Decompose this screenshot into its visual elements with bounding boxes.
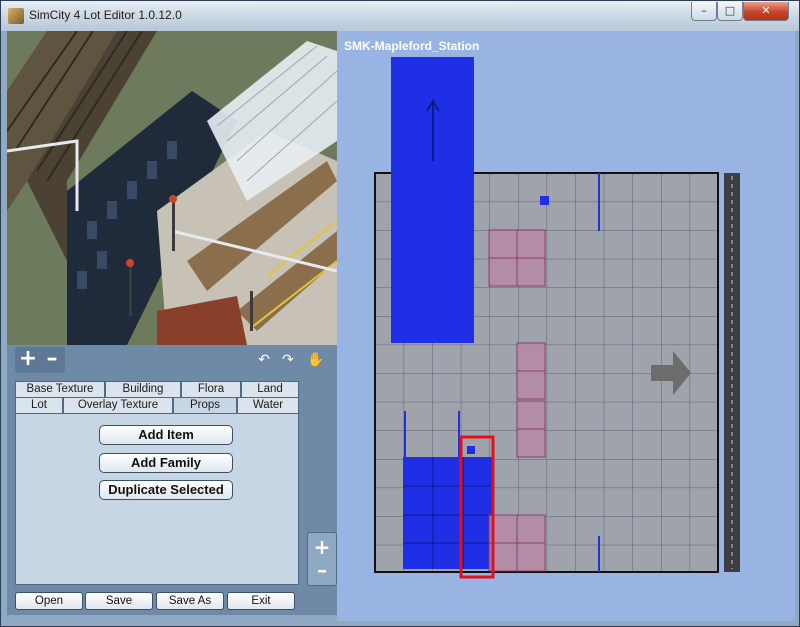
duplicate-selected-button[interactable]: Duplicate Selected	[99, 480, 233, 500]
lot-3d-preview[interactable]	[7, 31, 337, 345]
pan-hand-icon[interactable]: ✋	[307, 353, 324, 367]
rotate-left-icon[interactable]: ↶	[257, 353, 271, 367]
minimize-button[interactable]: –	[691, 2, 717, 21]
save-button[interactable]: Save	[85, 592, 153, 610]
add-item-button[interactable]: Add Item	[99, 425, 233, 445]
lot-grid-view	[337, 31, 795, 621]
tab-base-texture[interactable]: Base Texture	[15, 381, 105, 397]
tab-land[interactable]: Land	[241, 381, 299, 397]
exit-button[interactable]: Exit	[227, 592, 295, 610]
lot-editor-canvas[interactable]	[337, 31, 795, 621]
map-zoom-in-button[interactable]: +	[312, 537, 332, 557]
zoom-in-button[interactable]: +	[17, 348, 39, 371]
tab-props[interactable]: Props	[173, 397, 237, 414]
lot-editor-window: SimCity 4 Lot Editor 1.0.12.0 – □ ✕ + – …	[0, 0, 800, 627]
zoom-out-button[interactable]: –	[41, 348, 63, 371]
open-button[interactable]: Open	[15, 592, 83, 610]
maximize-button[interactable]: □	[717, 2, 743, 21]
add-family-button[interactable]: Add Family	[99, 453, 233, 473]
map-zoom-out-button[interactable]: –	[312, 560, 332, 580]
title-bar[interactable]: SimCity 4 Lot Editor 1.0.12.0 – □ ✕	[1, 1, 799, 32]
window-title: SimCity 4 Lot Editor 1.0.12.0	[29, 8, 182, 22]
tab-water[interactable]: Water	[237, 397, 299, 413]
preview-render	[7, 31, 337, 345]
app-icon	[8, 8, 24, 24]
lot-name-label: SMK-Mapleford_Station	[344, 39, 480, 53]
close-button[interactable]: ✕	[743, 2, 789, 21]
rotate-right-icon[interactable]: ↷	[281, 353, 295, 367]
tab-flora[interactable]: Flora	[181, 381, 241, 397]
tab-lot[interactable]: Lot	[15, 397, 63, 413]
tab-building[interactable]: Building	[105, 381, 181, 397]
save-as-button[interactable]: Save As	[156, 592, 224, 610]
tab-overlay-texture[interactable]: Overlay Texture	[63, 397, 173, 413]
